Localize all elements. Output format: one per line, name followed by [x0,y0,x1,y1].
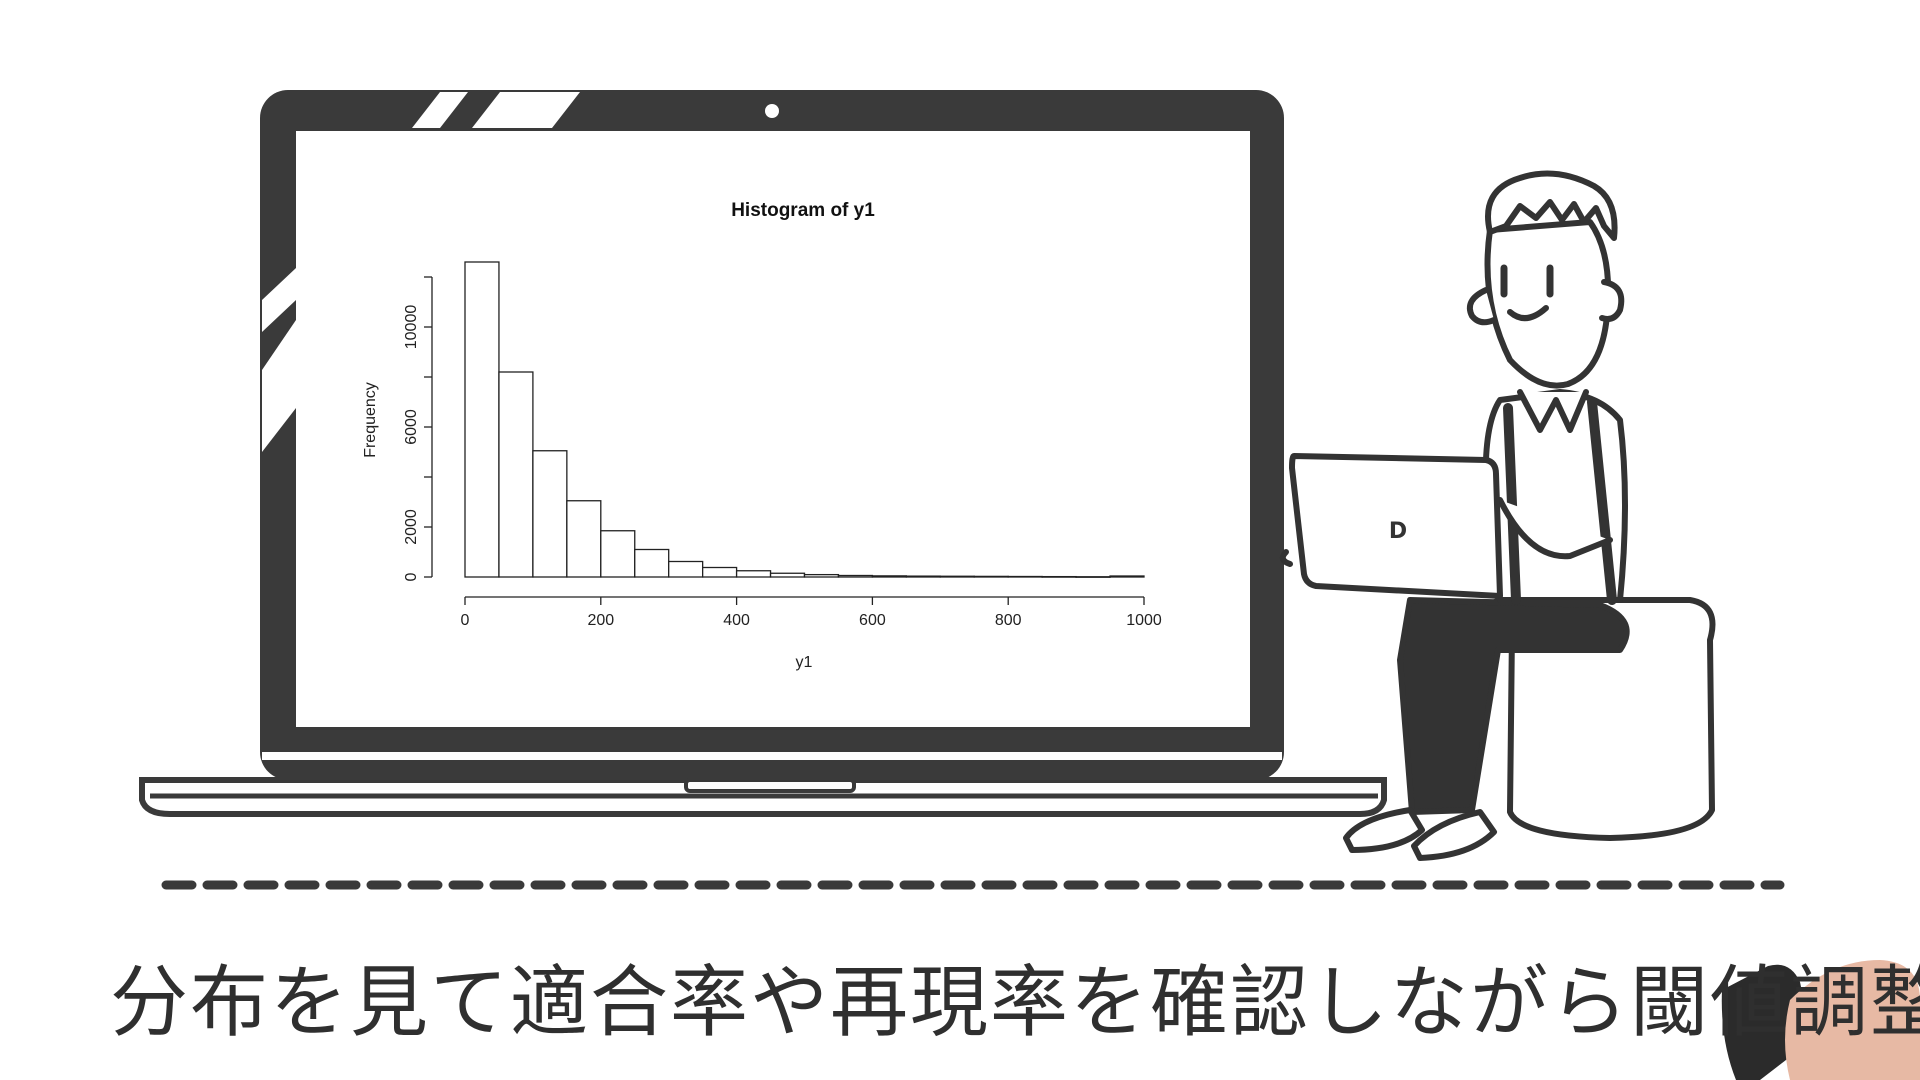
scene: Histogram of y1 Frequency y1 0 200 400 600 8… [139,90,1920,1080]
histogram-bar [566,500,602,578]
histogram-bar [532,450,568,578]
man-illustration [1279,170,1716,861]
histogram-bar [464,261,500,578]
y-axis-label: Frequency [362,382,379,458]
histogram-bar [1075,576,1111,578]
small-laptop-hinge [1279,549,1293,567]
ear-right [1599,279,1625,322]
histogram-bar [837,574,874,578]
histogram-bar [973,575,1009,578]
histogram-bar [1109,575,1145,578]
webcam-icon [765,104,779,118]
histogram-bar [702,566,738,578]
histogram-bar [498,371,534,578]
histogram-bar [769,572,806,578]
right-shoe [1411,809,1497,861]
histogram-bar [939,575,975,578]
chart-title: Histogram of y1 [731,200,875,221]
small-laptop-logo: D [1389,519,1407,544]
y-tick-label: 2000 [403,509,420,545]
x-tick-label: 1000 [1126,612,1162,629]
x-tick-label: 600 [859,612,886,629]
y-tick-label: 10000 [403,305,420,350]
histogram-bar [905,575,941,578]
histogram-bar [600,530,636,578]
histogram-bar [871,575,908,578]
histogram-bar [634,548,670,578]
x-tick-label: 800 [995,612,1022,629]
bezel-lip [262,752,1282,760]
histogram-bar [735,570,772,578]
laptop-hinge-notch [684,778,856,793]
histogram-bar [1007,575,1043,578]
head [1484,219,1612,389]
histogram-bar [668,560,704,578]
histogram-bar [1041,575,1077,578]
histogram-bar [803,573,840,578]
x-tick-label: 400 [723,612,750,629]
caption-text: 分布を見て適合率や再現率を確認しながら閾値調整 [110,958,1920,1048]
y-tick-label: 0 [403,572,420,581]
x-tick-label: 0 [461,612,470,629]
y-tick-label: 6000 [403,409,420,445]
x-axis-label: y1 [796,654,813,671]
x-tick-label: 200 [587,612,614,629]
